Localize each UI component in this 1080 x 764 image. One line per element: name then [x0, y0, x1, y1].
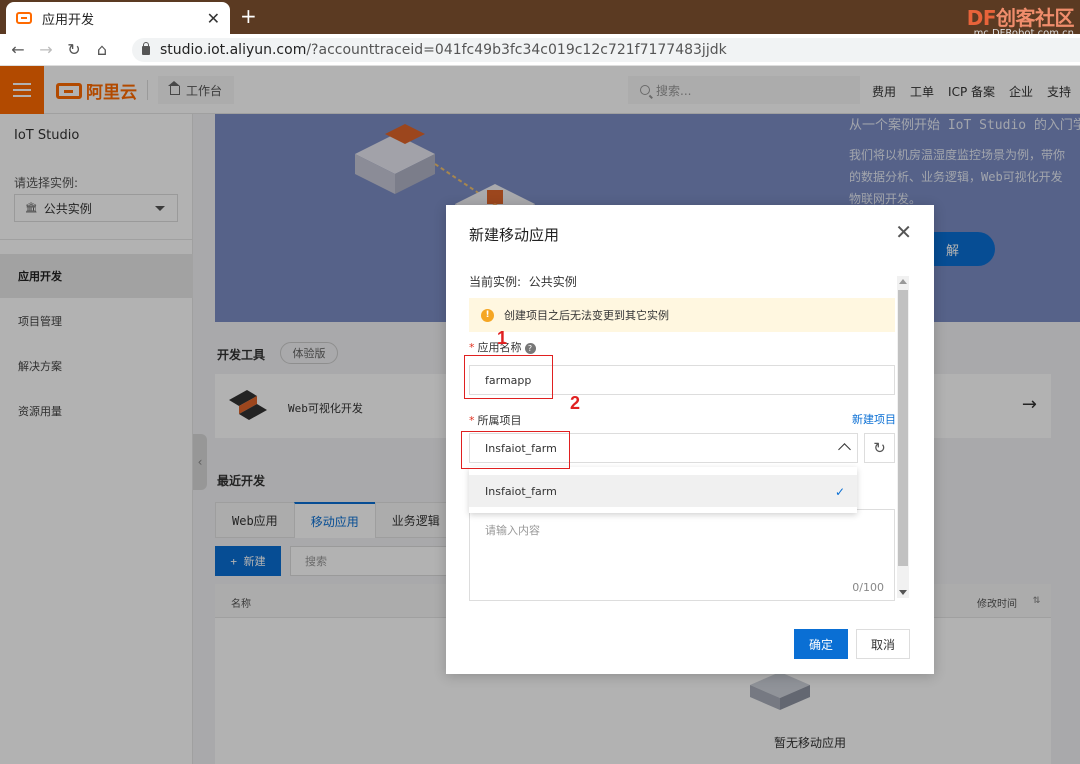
browser-tab-bar: 应用开发 ✕ + DF创客社区 mc.DFRobot.com.cn	[0, 0, 1080, 39]
home-icon[interactable]: ⌂	[88, 40, 116, 59]
project-label-row: * 所属项目	[469, 412, 522, 428]
annotation-number-1: 1	[497, 328, 508, 348]
chevron-up-icon	[838, 443, 851, 456]
confirm-button[interactable]: 确定	[794, 629, 848, 659]
forward-icon[interactable]: →	[32, 40, 60, 59]
dialog-scrollbar[interactable]	[897, 276, 909, 598]
annotation-number-2: 2	[570, 393, 581, 413]
warning-alert: ! 创建项目之后无法变更到其它实例	[469, 298, 895, 332]
project-dropdown: Insfaiot_farm ✓	[469, 467, 857, 513]
refresh-button[interactable]: ↻	[864, 433, 895, 463]
check-icon: ✓	[834, 485, 845, 499]
watermark-brand: DF	[966, 6, 997, 30]
annotation-box-2	[461, 431, 570, 469]
browser-tab[interactable]: 应用开发 ✕	[6, 2, 230, 34]
current-instance-row: 当前实例: 公共实例	[469, 273, 577, 290]
project-label: 所属项目	[477, 414, 522, 427]
url-field[interactable]: studio.iot.aliyun.com/?accounttraceid=04…	[132, 38, 1080, 62]
dropdown-option[interactable]: Insfaiot_farm ✓	[469, 475, 857, 507]
scroll-thumb[interactable]	[898, 290, 908, 566]
dialog-title: 新建移动应用	[469, 226, 560, 244]
required-mark: *	[469, 341, 475, 354]
address-bar: ← → ↻ ⌂ studio.iot.aliyun.com/?accounttr…	[0, 34, 1080, 66]
lock-icon	[142, 41, 150, 55]
back-icon[interactable]: ←	[4, 40, 32, 59]
refresh-icon: ↻	[873, 439, 886, 457]
description-placeholder: 请输入内容	[485, 524, 540, 537]
description-textarea[interactable]: 请输入内容 0/100	[469, 509, 895, 601]
close-icon[interactable]: ✕	[207, 9, 220, 28]
tab-title: 应用开发	[42, 12, 95, 28]
current-instance-value: 公共实例	[528, 275, 577, 289]
char-counter: 0/100	[852, 581, 884, 594]
help-icon[interactable]: ?	[524, 342, 536, 354]
dropdown-option-label: Insfaiot_farm	[485, 484, 557, 498]
scroll-up-icon[interactable]	[899, 279, 907, 284]
url-path: /?accounttraceid=041fc49b3fc34c019c12c72…	[306, 42, 727, 58]
new-tab-button[interactable]: +	[240, 4, 257, 28]
url-host: studio.iot.aliyun.com	[160, 42, 307, 58]
alert-text: 创建项目之后无法变更到其它实例	[504, 309, 669, 322]
aliyun-favicon-icon	[16, 12, 32, 24]
annotation-box-1	[464, 355, 553, 399]
close-icon[interactable]: ✕	[895, 220, 912, 244]
current-instance-label: 当前实例:	[469, 275, 522, 289]
required-mark: *	[469, 414, 475, 427]
new-project-link[interactable]: 新建项目	[852, 411, 896, 427]
warning-icon: !	[481, 308, 494, 322]
reload-icon[interactable]: ↻	[60, 40, 88, 59]
cancel-button[interactable]: 取消	[856, 629, 910, 659]
watermark-cn: 创客社区	[996, 6, 1075, 30]
scroll-down-icon[interactable]	[899, 590, 907, 595]
